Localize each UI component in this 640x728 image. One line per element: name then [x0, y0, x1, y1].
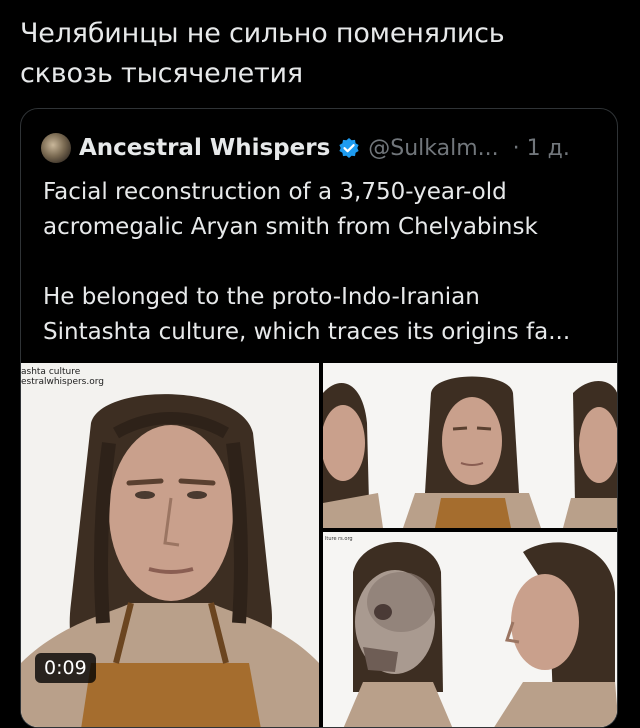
image-three-views[interactable]: [323, 363, 617, 528]
image-watermark-small: lture rs.org: [325, 536, 353, 542]
reconstruction-three-views-image: [323, 363, 617, 528]
author-handle[interactable]: @Sulkalm...: [368, 136, 498, 161]
post-text: Челябинцы не сильно поменялись сквозь ты…: [20, 18, 505, 89]
verified-badge-icon: [339, 138, 359, 158]
author-name[interactable]: Ancestral Whispers: [79, 135, 330, 161]
quoted-tweet-text: Facial reconstruction of a 3,750-year-ol…: [43, 179, 571, 345]
video-thumbnail-frontal-portrait[interactable]: ashta culture estralwhispers.org 0:09: [21, 363, 319, 727]
media-grid[interactable]: ashta culture estralwhispers.org 0:09 lt…: [21, 363, 617, 727]
author-avatar[interactable]: [41, 133, 71, 163]
post-timestamp[interactable]: · 1 д.: [513, 136, 570, 161]
image-watermark: ashta culture estralwhispers.org: [21, 367, 104, 387]
video-duration-badge[interactable]: 0:09: [35, 653, 96, 683]
quoted-tweet-card[interactable]: Ancestral Whispers @Sulkalm... · 1 д. Fa…: [20, 108, 618, 728]
quoted-tweet-header: Ancestral Whispers @Sulkalm... · 1 д.: [41, 131, 601, 165]
